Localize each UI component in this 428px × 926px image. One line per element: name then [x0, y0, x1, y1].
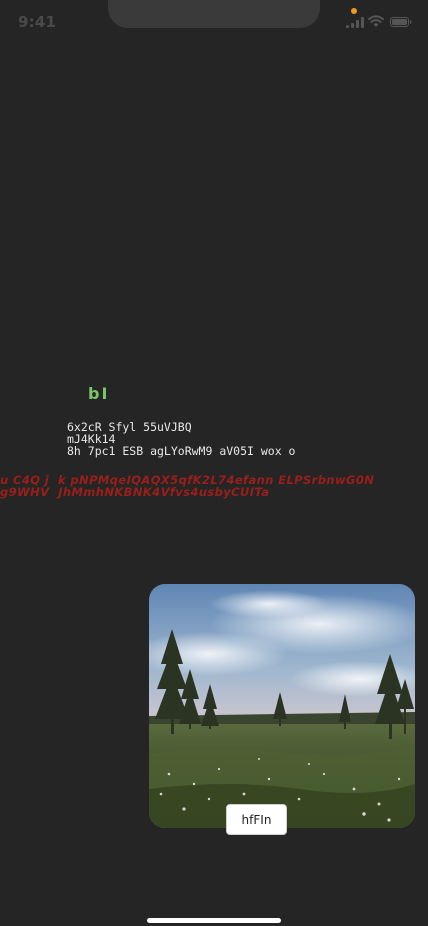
- cellular-signal-icon: [346, 17, 364, 28]
- photo-action-button[interactable]: hfFIn: [226, 804, 287, 835]
- home-indicator[interactable]: [147, 918, 281, 923]
- battery-icon: [390, 17, 412, 27]
- monospace-text-block: 6x2cR Sfyl 55uVJBQ mJ4Kk14 8h 7pc1 ESB agL…: [67, 421, 295, 457]
- short-label: bI: [88, 384, 110, 403]
- screen: 9:41 bI 6x2cR Sfyl 55uVJBQ mJ4Kk14 8h 7pc1…: [0, 0, 428, 926]
- landscape-photo-image: [149, 584, 415, 828]
- privacy-indicator-dot: [351, 8, 357, 14]
- red-line: g9WHV JhMmhNKBNK4Vfvs4usbyCUITa: [0, 485, 270, 499]
- device-notch: [108, 0, 320, 28]
- mono-line: 8h 7pc1 ESB agLYoRwM9 aV05I wox o: [67, 444, 296, 458]
- wifi-icon: [368, 15, 384, 27]
- landscape-photo: [149, 584, 415, 828]
- red-italic-text-block: u C4Q j k pNPMqeIQAQX5qfK2L74efann ELPSr…: [0, 474, 374, 498]
- status-time: 9:41: [18, 13, 57, 31]
